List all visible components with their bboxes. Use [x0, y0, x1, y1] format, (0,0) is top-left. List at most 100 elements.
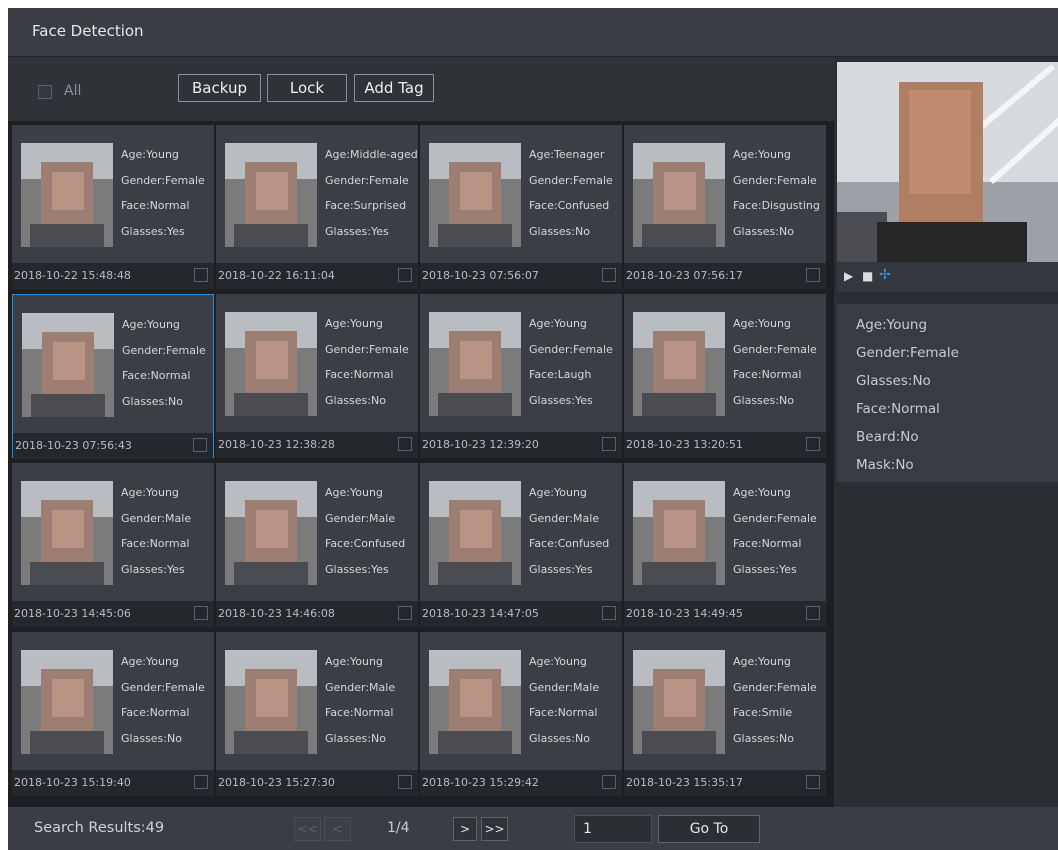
face-attributes-panel: Age:Young Gender:Female Glasses:No Face:…: [837, 304, 1058, 482]
card-gender: Gender:Male: [325, 680, 396, 694]
result-card[interactable]: Age:Young Gender:Male Face:Normal Glasses:Y…: [12, 463, 214, 627]
card-timestamp: 2018-10-23 07:56:43: [15, 439, 132, 452]
card-face: Face:Normal: [325, 706, 394, 719]
result-card[interactable]: Age:Middle-aged Gender:Female Face:Surpris…: [216, 125, 418, 289]
card-age: Age:Young: [121, 148, 179, 161]
search-results-count: Search Results:49: [34, 820, 165, 836]
lock-button[interactable]: Lock: [267, 74, 347, 102]
detail-mask: Mask:No: [856, 457, 914, 473]
card-select-checkbox[interactable]: [806, 775, 820, 789]
card-timestamp: 2018-10-23 13:20:51: [626, 438, 743, 451]
preview-video[interactable]: [837, 62, 1058, 262]
result-card[interactable]: Age:Young Gender:Female Face:Laugh Glasses:…: [420, 294, 622, 458]
card-select-checkbox[interactable]: [602, 775, 616, 789]
card-select-checkbox[interactable]: [398, 437, 412, 451]
detail-beard: Beard:No: [856, 429, 919, 445]
card-footer: 2018-10-23 14:45:06: [12, 601, 214, 627]
card-timestamp: 2018-10-23 12:39:20: [422, 438, 539, 451]
card-glasses: Glasses:Yes: [325, 224, 389, 238]
next-page-button[interactable]: >: [453, 817, 477, 841]
card-gender: Gender:Male: [529, 511, 600, 525]
card-select-checkbox[interactable]: [398, 268, 412, 282]
card-gender: Gender:Female: [121, 680, 205, 694]
face-thumbnail[interactable]: [633, 143, 725, 247]
card-footer: 2018-10-23 15:19:40: [12, 770, 214, 796]
card-gender: Gender:Female: [121, 173, 205, 187]
previous-page-button[interactable]: <: [324, 817, 351, 841]
card-select-checkbox[interactable]: [602, 437, 616, 451]
card-select-checkbox[interactable]: [602, 268, 616, 282]
results-grid: Age:Young Gender:Female Face:Normal Glasses…: [8, 121, 834, 811]
card-timestamp: 2018-10-22 16:11:04: [218, 269, 335, 282]
face-thumbnail[interactable]: [633, 650, 725, 754]
face-thumbnail[interactable]: [633, 481, 725, 585]
card-gender: Gender:Female: [733, 511, 817, 525]
result-card[interactable]: Age:Young Gender:Female Face:Normal Glasses…: [12, 125, 214, 289]
stop-icon[interactable]: ■: [862, 269, 873, 283]
result-card[interactable]: Age:Young Gender:Female Face:Disgusting Gla…: [624, 125, 826, 289]
face-thumbnail[interactable]: [429, 650, 521, 754]
result-card[interactable]: Age:Young Gender:Male Face:Confused Glasses…: [216, 463, 418, 627]
card-age: Age:Young: [325, 486, 383, 499]
card-face: Face:Normal: [733, 537, 802, 550]
result-card[interactable]: Age:Young Gender:Female Face:Normal Glasses…: [12, 632, 214, 796]
card-face: Face:Disgusting: [733, 199, 820, 212]
last-page-button[interactable]: >>: [481, 817, 508, 841]
card-glasses: Glasses:No: [121, 731, 182, 745]
card-age: Age:Young: [529, 317, 587, 330]
play-icon[interactable]: ▶: [844, 269, 853, 283]
smart-search-icon[interactable]: ✢: [879, 267, 891, 283]
result-card[interactable]: Age:Young Gender:Female Face:Normal Glasses…: [216, 294, 418, 458]
card-select-checkbox[interactable]: [806, 606, 820, 620]
card-glasses: Glasses:Yes: [121, 562, 185, 576]
face-thumbnail[interactable]: [429, 312, 521, 416]
card-select-checkbox[interactable]: [194, 775, 208, 789]
card-gender: Gender:Female: [325, 342, 409, 356]
card-age: Age:Young: [121, 486, 179, 499]
face-thumbnail[interactable]: [429, 481, 521, 585]
backup-button[interactable]: Backup: [178, 74, 261, 102]
face-thumbnail[interactable]: [21, 481, 113, 585]
result-card[interactable]: Age:Young Gender:Male Face:Confused Glasses…: [420, 463, 622, 627]
card-age: Age:Young: [529, 486, 587, 499]
card-select-checkbox[interactable]: [602, 606, 616, 620]
card-face: Face:Normal: [121, 706, 190, 719]
result-card[interactable]: Age:Young Gender:Male Face:Normal Glasses:N…: [216, 632, 418, 796]
result-card[interactable]: Age:Young Gender:Female Face:Smile Glasses:…: [624, 632, 826, 796]
go-to-button[interactable]: Go To: [658, 815, 760, 843]
page-number-input[interactable]: 1: [574, 815, 652, 843]
card-gender: Gender:Male: [529, 680, 600, 694]
card-age: Age:Young: [121, 655, 179, 668]
face-thumbnail[interactable]: [21, 143, 113, 247]
face-thumbnail[interactable]: [429, 143, 521, 247]
card-select-checkbox[interactable]: [194, 606, 208, 620]
card-select-checkbox[interactable]: [806, 268, 820, 282]
card-age: Age:Young: [733, 655, 791, 668]
card-select-checkbox[interactable]: [806, 437, 820, 451]
card-select-checkbox[interactable]: [194, 268, 208, 282]
result-card[interactable]: Age:Young Gender:Male Face:Normal Glasses:N…: [420, 632, 622, 796]
result-card[interactable]: Age:Teenager Gender:Female Face:Confused Gl…: [420, 125, 622, 289]
card-select-checkbox[interactable]: [398, 606, 412, 620]
add-tag-button[interactable]: Add Tag: [354, 74, 434, 102]
face-thumbnail[interactable]: [225, 143, 317, 247]
face-thumbnail[interactable]: [225, 650, 317, 754]
face-thumbnail[interactable]: [225, 481, 317, 585]
face-thumbnail[interactable]: [225, 312, 317, 416]
card-gender: Gender:Female: [325, 173, 409, 187]
face-thumbnail[interactable]: [21, 650, 113, 754]
result-card[interactable]: Age:Young Gender:Female Face:Normal Glasses…: [12, 294, 214, 459]
face-thumbnail[interactable]: [22, 313, 114, 417]
face-thumbnail[interactable]: [633, 312, 725, 416]
title-bar: Face Detection: [8, 8, 1058, 57]
card-footer: 2018-10-23 14:49:45: [624, 601, 826, 627]
card-gender: Gender:Female: [733, 173, 817, 187]
first-page-button[interactable]: <<: [294, 817, 321, 841]
card-footer: 2018-10-23 07:56:07: [420, 263, 622, 289]
select-all-checkbox[interactable]: [38, 85, 52, 99]
card-face: Face:Normal: [733, 368, 802, 381]
result-card[interactable]: Age:Young Gender:Female Face:Normal Glasses…: [624, 463, 826, 627]
card-select-checkbox[interactable]: [193, 438, 207, 452]
result-card[interactable]: Age:Young Gender:Female Face:Normal Glasses…: [624, 294, 826, 458]
card-select-checkbox[interactable]: [398, 775, 412, 789]
